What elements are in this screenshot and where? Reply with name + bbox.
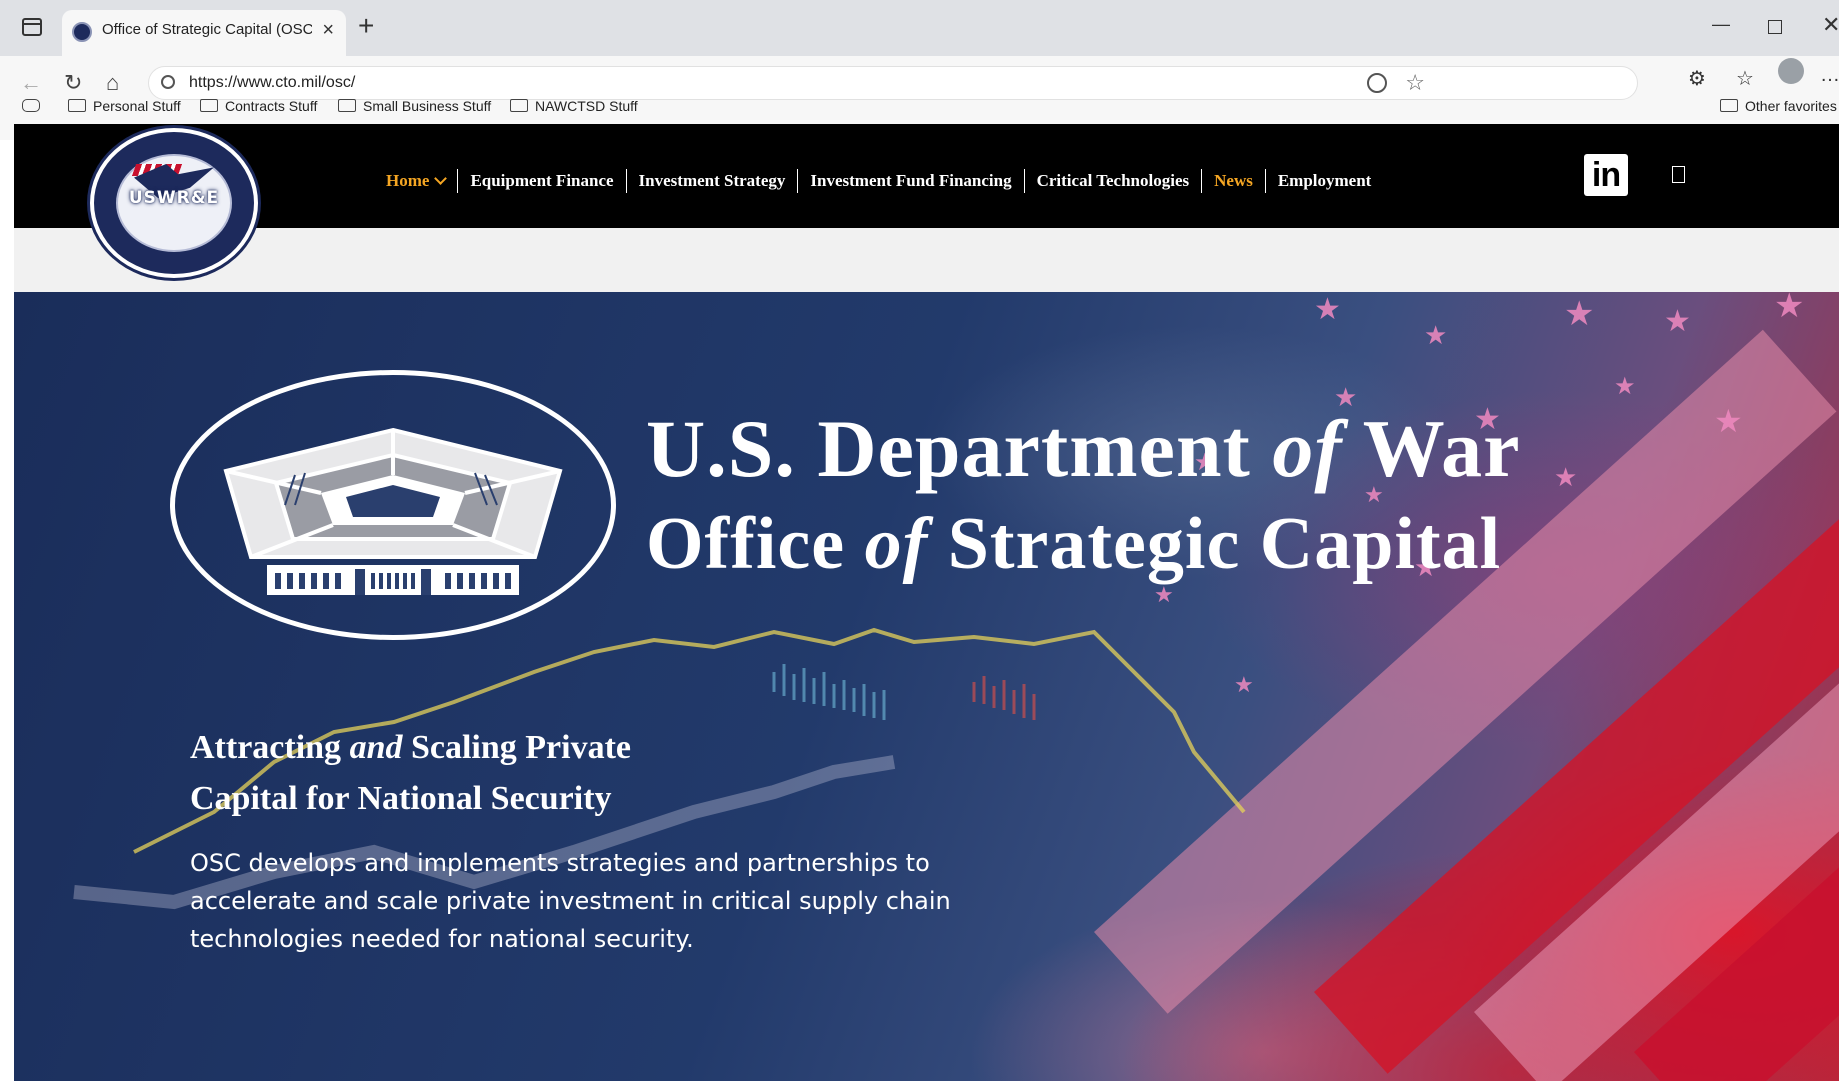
bookmark-other-favorites[interactable]: Other favorites bbox=[1720, 98, 1837, 114]
extensions-icon[interactable]: ⚙ bbox=[1688, 66, 1706, 91]
nav-critical-technologies[interactable]: Critical Technologies bbox=[1023, 169, 1202, 193]
usw-re-seal-logo[interactable]: USWR&E bbox=[90, 128, 258, 278]
bookmarks-bar: Personal Stuff Contracts Stuff Small Bus… bbox=[0, 92, 1839, 124]
browser-tab[interactable]: Office of Strategic Capital (OSC) - × bbox=[62, 10, 346, 56]
main-navigation: Home Equipment Finance Investment Strate… bbox=[386, 169, 1383, 193]
close-tab-icon[interactable]: × bbox=[322, 20, 334, 40]
nav-news[interactable]: News bbox=[1201, 169, 1265, 193]
folder-icon bbox=[1720, 99, 1738, 112]
collections-icon[interactable] bbox=[22, 98, 47, 114]
more-icon[interactable]: … bbox=[1820, 64, 1839, 87]
linkedin-icon[interactable]: in bbox=[1584, 154, 1628, 196]
maximize-icon[interactable] bbox=[1768, 20, 1782, 34]
site-header: Home Equipment Finance Investment Strate… bbox=[14, 124, 1839, 228]
bookmark-small-business[interactable]: Small Business Stuff bbox=[338, 98, 491, 114]
folder-icon bbox=[200, 99, 218, 112]
hero-title-line2: Office of Strategic Capital bbox=[646, 503, 1502, 585]
tab-title: Office of Strategic Capital (OSC) - bbox=[102, 21, 312, 38]
nav-investment-fund-financing[interactable]: Investment Fund Financing bbox=[797, 169, 1023, 193]
hero-tagline: Attracting and Scaling Private Capital f… bbox=[190, 729, 632, 817]
favicon-icon bbox=[72, 22, 92, 42]
sidebar-toggle-icon[interactable] bbox=[22, 18, 42, 36]
pentagon-icon bbox=[223, 427, 563, 595]
hero-title-line1: U.S. Department of War bbox=[646, 403, 1521, 494]
browser-titlebar: Office of Strategic Capital (OSC) - × + … bbox=[0, 0, 1839, 56]
close-window-icon[interactable]: ✕ bbox=[1822, 12, 1839, 38]
seal-text: USWR&E bbox=[128, 188, 220, 208]
minimize-icon[interactable]: — bbox=[1712, 14, 1730, 35]
profile-avatar[interactable] bbox=[1778, 58, 1804, 84]
bookmark-personal[interactable]: Personal Stuff bbox=[68, 98, 181, 114]
pentagon-emblem bbox=[170, 370, 616, 640]
bookmark-nawctsd[interactable]: NAWCTSD Stuff bbox=[510, 98, 638, 114]
web-page: Home Equipment Finance Investment Strate… bbox=[14, 124, 1839, 1081]
bookmark-contracts[interactable]: Contracts Stuff bbox=[200, 98, 317, 114]
folder-icon bbox=[68, 99, 86, 112]
folder-icon bbox=[510, 99, 528, 112]
folder-icon bbox=[338, 99, 356, 112]
favorites-icon[interactable]: ☆ bbox=[1736, 66, 1754, 91]
chevron-down-icon bbox=[434, 172, 448, 185]
search-icon[interactable] bbox=[1672, 166, 1685, 183]
hero-banner: ★ ★ ★ ★ ★ ★ ★ ★ ★ ★ ★ ★ ★ ★ ★ U.S. Depar… bbox=[14, 292, 1839, 1081]
nav-employment[interactable]: Employment bbox=[1264, 169, 1384, 193]
url-text[interactable]: https://www.cto.mil/osc/ bbox=[189, 74, 355, 92]
nav-investment-strategy[interactable]: Investment Strategy bbox=[625, 169, 798, 193]
hero-description: OSC develops and implements strategies a… bbox=[190, 849, 951, 953]
reader-mode-icon[interactable] bbox=[1367, 73, 1387, 93]
new-tab-icon[interactable]: + bbox=[358, 12, 374, 40]
site-info-icon[interactable] bbox=[161, 75, 175, 89]
nav-equipment-finance[interactable]: Equipment Finance bbox=[457, 169, 625, 193]
nav-home[interactable]: Home bbox=[386, 169, 457, 193]
